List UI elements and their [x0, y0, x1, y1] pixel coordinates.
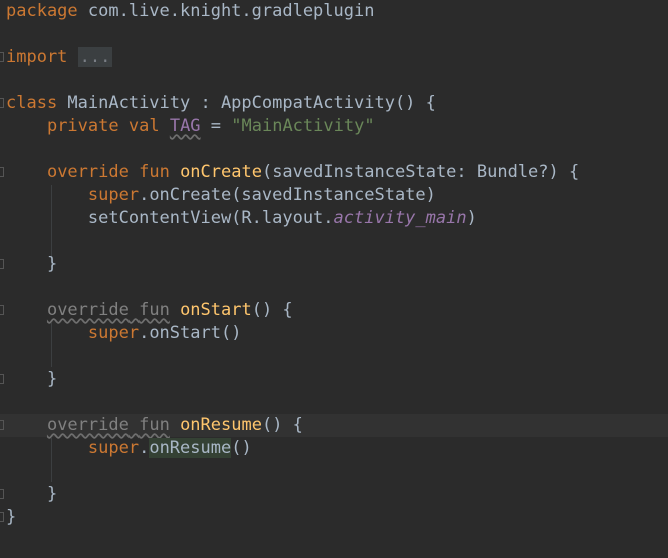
- super-call: .onCreate(savedInstanceState): [139, 185, 436, 205]
- code-editor[interactable]: package com.live.knight.gradleplugin imp…: [0, 0, 668, 558]
- fold-marker-icon[interactable]: [0, 305, 4, 315]
- code-line[interactable]: super.onResume(): [0, 437, 668, 460]
- function-params: () {: [261, 415, 303, 435]
- closing-brace: }: [46, 484, 58, 504]
- fold-marker-icon[interactable]: [0, 420, 4, 430]
- fold-marker-icon[interactable]: [0, 52, 4, 62]
- keyword-val: val: [128, 116, 160, 136]
- code-line[interactable]: }: [0, 506, 668, 529]
- keyword-super: super: [87, 323, 140, 343]
- function-name-oncreate: onCreate: [180, 162, 262, 182]
- code-line[interactable]: override fun onStart() {: [0, 299, 668, 322]
- tag-field: TAG: [169, 116, 201, 136]
- function-name-onstart: onStart: [180, 300, 252, 320]
- code-line[interactable]: }: [0, 483, 668, 506]
- keyword-private: private: [46, 116, 119, 136]
- fold-marker-icon[interactable]: [0, 374, 4, 384]
- folded-imports[interactable]: ...: [77, 47, 113, 67]
- code-line[interactable]: import ...: [0, 46, 668, 69]
- fold-marker-icon[interactable]: [0, 167, 4, 177]
- fold-marker-icon[interactable]: [0, 512, 4, 522]
- code-line[interactable]: }: [0, 368, 668, 391]
- keyword-override: override: [46, 300, 129, 320]
- keyword-super: super: [87, 438, 140, 458]
- fold-marker-icon[interactable]: [0, 259, 4, 269]
- code-line[interactable]: super.onStart(): [0, 322, 668, 345]
- code-line[interactable]: override fun onCreate(savedInstanceState…: [0, 161, 668, 184]
- closing-paren: ): [466, 208, 477, 228]
- dot: .: [139, 438, 150, 458]
- keyword-override: override: [46, 162, 129, 182]
- keyword-super: super: [87, 185, 140, 205]
- keyword-package: package: [6, 1, 78, 21]
- code-line-current[interactable]: override fun onResume() {: [0, 414, 668, 437]
- keyword-override: override: [46, 415, 129, 435]
- tag-string: "MainActivity": [231, 116, 375, 136]
- super-call: .onStart(): [139, 323, 242, 343]
- call-parens: (): [231, 438, 252, 458]
- keyword-fun: fun: [139, 162, 170, 182]
- fold-marker-icon[interactable]: [0, 98, 4, 108]
- keyword-class: class: [6, 93, 58, 113]
- class-declaration: MainActivity : AppCompatActivity() {: [57, 93, 436, 113]
- fold-marker-icon[interactable]: [0, 489, 4, 499]
- function-name-onresume: onResume: [180, 415, 262, 435]
- set-content-view-call: setContentView(R.layout.: [87, 208, 334, 228]
- function-params: (savedInstanceState: Bundle?) {: [261, 162, 580, 182]
- closing-brace: }: [46, 369, 58, 389]
- keyword-fun: fun: [139, 415, 170, 435]
- function-params: () {: [251, 300, 293, 320]
- code-line[interactable]: package com.live.knight.gradleplugin: [0, 0, 668, 23]
- code-line[interactable]: private val TAG = "MainActivity": [0, 115, 668, 138]
- code-line[interactable]: super.onCreate(savedInstanceState): [0, 184, 668, 207]
- closing-brace: }: [6, 507, 17, 527]
- code-line[interactable]: }: [0, 253, 668, 276]
- assign-operator: =: [200, 116, 232, 136]
- keyword-import: import: [6, 47, 68, 67]
- highlighted-onresume: onResume: [149, 438, 232, 458]
- closing-brace: }: [46, 254, 58, 274]
- keyword-fun: fun: [139, 300, 170, 320]
- code-line[interactable]: setContentView(R.layout.activity_main): [0, 207, 668, 230]
- layout-reference: activity_main: [333, 208, 467, 228]
- code-line[interactable]: class MainActivity : AppCompatActivity()…: [0, 92, 668, 115]
- package-name: com.live.knight.gradleplugin: [77, 1, 375, 21]
